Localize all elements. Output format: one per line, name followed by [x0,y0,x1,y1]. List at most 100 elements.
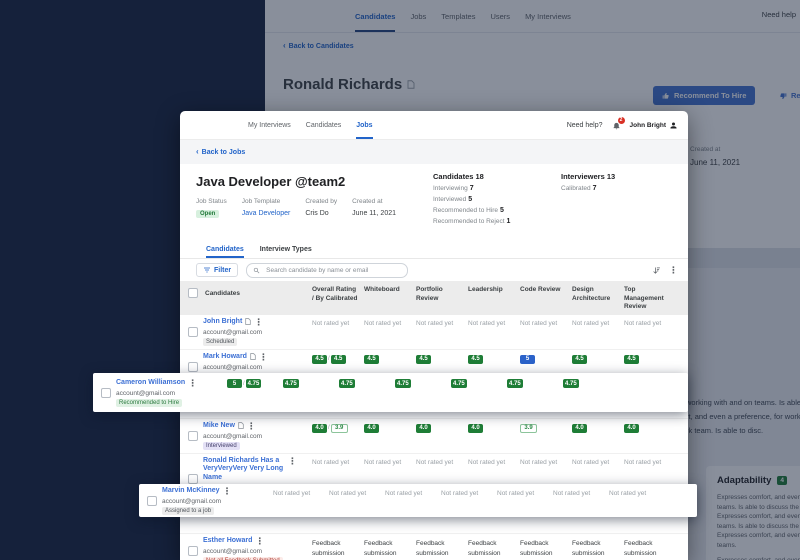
row-checkbox[interactable] [188,327,198,337]
header-leadership: Leadership [466,284,518,312]
row-menu-icon[interactable]: ⋮ [223,487,232,496]
candidate-cell: Esther Howard⋮account@gmail.comNot all F… [180,537,310,560]
candidate-search[interactable] [246,263,408,278]
filter-button[interactable]: Filter [196,263,238,277]
table-row: Mike New⋮account@gmail.comInterviewed4.0… [180,419,688,454]
row-menu-icon[interactable]: ⋮ [255,537,264,546]
copy-icon[interactable] [238,422,244,429]
rating-cell: Not rated yet [607,488,663,513]
stats-column: Interviewers 13Calibrated7 [561,172,657,225]
rating-cell: 4.0 [466,422,518,450]
job-field-value[interactable]: Java Developer [242,210,291,217]
popped-candidate-row[interactable]: Marvin McKinney⋮account@gmail.comAssigne… [139,484,697,517]
candidate-name-line: Marvin McKinney⋮ [162,487,232,496]
row-checkbox[interactable] [101,388,111,398]
candidate-name-link[interactable]: Marvin McKinney [162,487,220,496]
copy-icon[interactable] [245,318,251,325]
search-icon [253,267,260,274]
candidate-name-link[interactable]: Cameron Williamson [116,379,185,388]
search-input[interactable] [264,266,401,275]
candidate-name-link[interactable]: Esther Howard [203,537,252,546]
rating-cell: Not rated yet [327,488,383,513]
rating-cell: Not rated yet [414,318,466,346]
rating-cell: Not rated yet [495,488,551,513]
row-menu-icon[interactable]: ⋮ [288,457,297,466]
row-checkbox[interactable] [188,362,198,372]
row-checkbox[interactable] [147,496,157,506]
job-field-label: Job Template [242,198,291,205]
not-rated-label: Not rated yet [468,459,505,466]
rating-cell: Not rated yet [570,318,622,346]
feedback-submission-label: Feedback submission [364,540,397,557]
need-help-link-modal[interactable]: Need help? [567,122,603,129]
candidate-name-link[interactable]: Ronald Richards Has a VeryVeryVery Very … [203,457,285,483]
rating-cell: Not rated yet [439,488,495,513]
modal-nav-tab-jobs[interactable]: Jobs [356,111,372,139]
job-field-value: June 11, 2021 [352,210,396,217]
person-icon [669,121,678,130]
not-rated-label: Not rated yet [468,320,505,327]
candidate-name-link[interactable]: Mike New [203,422,235,431]
not-rated-label: Not rated yet [312,459,349,466]
modal-nav-tab-candidates[interactable]: Candidates [306,111,341,139]
rating-cell: 4.0 [570,422,622,450]
rating-cell: Feedback submission [466,537,518,560]
sort-icon[interactable] [652,266,661,275]
user-menu[interactable]: John Bright [630,121,678,130]
candidate-name-link[interactable]: Mark Howard [203,353,247,362]
job-field: Job StatusOpen [196,198,227,217]
modal-nav-tabs: My Interviews Candidates Jobs [248,111,373,139]
popped-candidate-row[interactable]: Cameron Williamson⋮account@gmail.comReco… [93,373,688,412]
not-rated-label: Not rated yet [572,320,609,327]
calibrated-rating-badge: 4.5 [331,355,346,364]
rating-cell: 4.75 [281,377,337,408]
row-menu-icon[interactable]: ⋮ [247,422,256,431]
not-rated-label: Not rated yet [624,459,661,466]
row-checkbox[interactable] [188,546,198,556]
rating-badge: 4.0 [572,424,587,433]
not-rated-label: Not rated yet [520,459,557,466]
calibrated-rating-badge: 4.75 [246,379,262,388]
candidate-info: John Bright⋮account@gmail.comScheduled [203,318,263,346]
section-tab-candidates[interactable]: Candidates [206,240,244,258]
rating-cell: Feedback submission [310,537,362,560]
rating-cell: 5/4.75 [225,377,281,408]
modal-nav-tab-my-interviews[interactable]: My Interviews [248,111,291,139]
rating-cell: Feedback submission [414,537,466,560]
screen: CandidatesJobsTemplatesUsersMy Interview… [0,0,800,560]
notifications-button[interactable]: 2 [612,121,621,130]
row-menu-icon[interactable]: ⋮ [259,353,268,362]
job-title: Java Developer @team2 [196,174,345,189]
rating-cell: Not rated yet [518,318,570,346]
rating-cell: 4.75 [337,377,393,408]
table-menu-icon[interactable]: ⋮ [669,266,678,275]
row-checkbox[interactable] [188,474,198,484]
not-rated-label: Not rated yet [609,490,646,497]
candidate-status-badge: Scheduled [203,338,237,346]
rating-cell: 4.0 [414,422,466,450]
rating-cell: 4.0/3.9 [310,422,362,450]
candidate-cell: Mike New⋮account@gmail.comInterviewed [180,422,310,450]
candidate-email: account@gmail.com [203,364,268,371]
select-all-checkbox[interactable] [188,288,198,298]
copy-icon[interactable] [250,353,256,360]
rating-badge: 5 [520,355,535,364]
row-menu-icon[interactable]: ⋮ [188,379,197,388]
stats-title: Interviewers 13 [561,172,657,181]
row-checkbox[interactable] [188,431,198,441]
section-tab-interview-types[interactable]: Interview Types [260,240,312,258]
not-rated-label: Not rated yet [553,490,590,497]
job-section-tabs: Candidates Interview Types [180,240,688,259]
rating-cell: Not rated yet [271,488,327,513]
rating-cell: 4.0 [622,422,674,450]
rating-cell: Feedback submission [570,537,622,560]
row-menu-icon[interactable]: ⋮ [254,318,263,327]
candidate-name-line: Mark Howard ⋮ [203,353,268,362]
rating-badge: 4.0 [364,424,379,433]
rating-cell: 3.9 [518,422,570,450]
filter-row: Filter ⋮ [180,259,688,281]
header-label: Candidates [203,288,255,299]
table-row: Esther Howard⋮account@gmail.comNot all F… [180,534,688,560]
back-to-jobs-link[interactable]: ‹ Back to Jobs [180,140,688,164]
candidate-name-link[interactable]: John Bright [203,318,242,327]
